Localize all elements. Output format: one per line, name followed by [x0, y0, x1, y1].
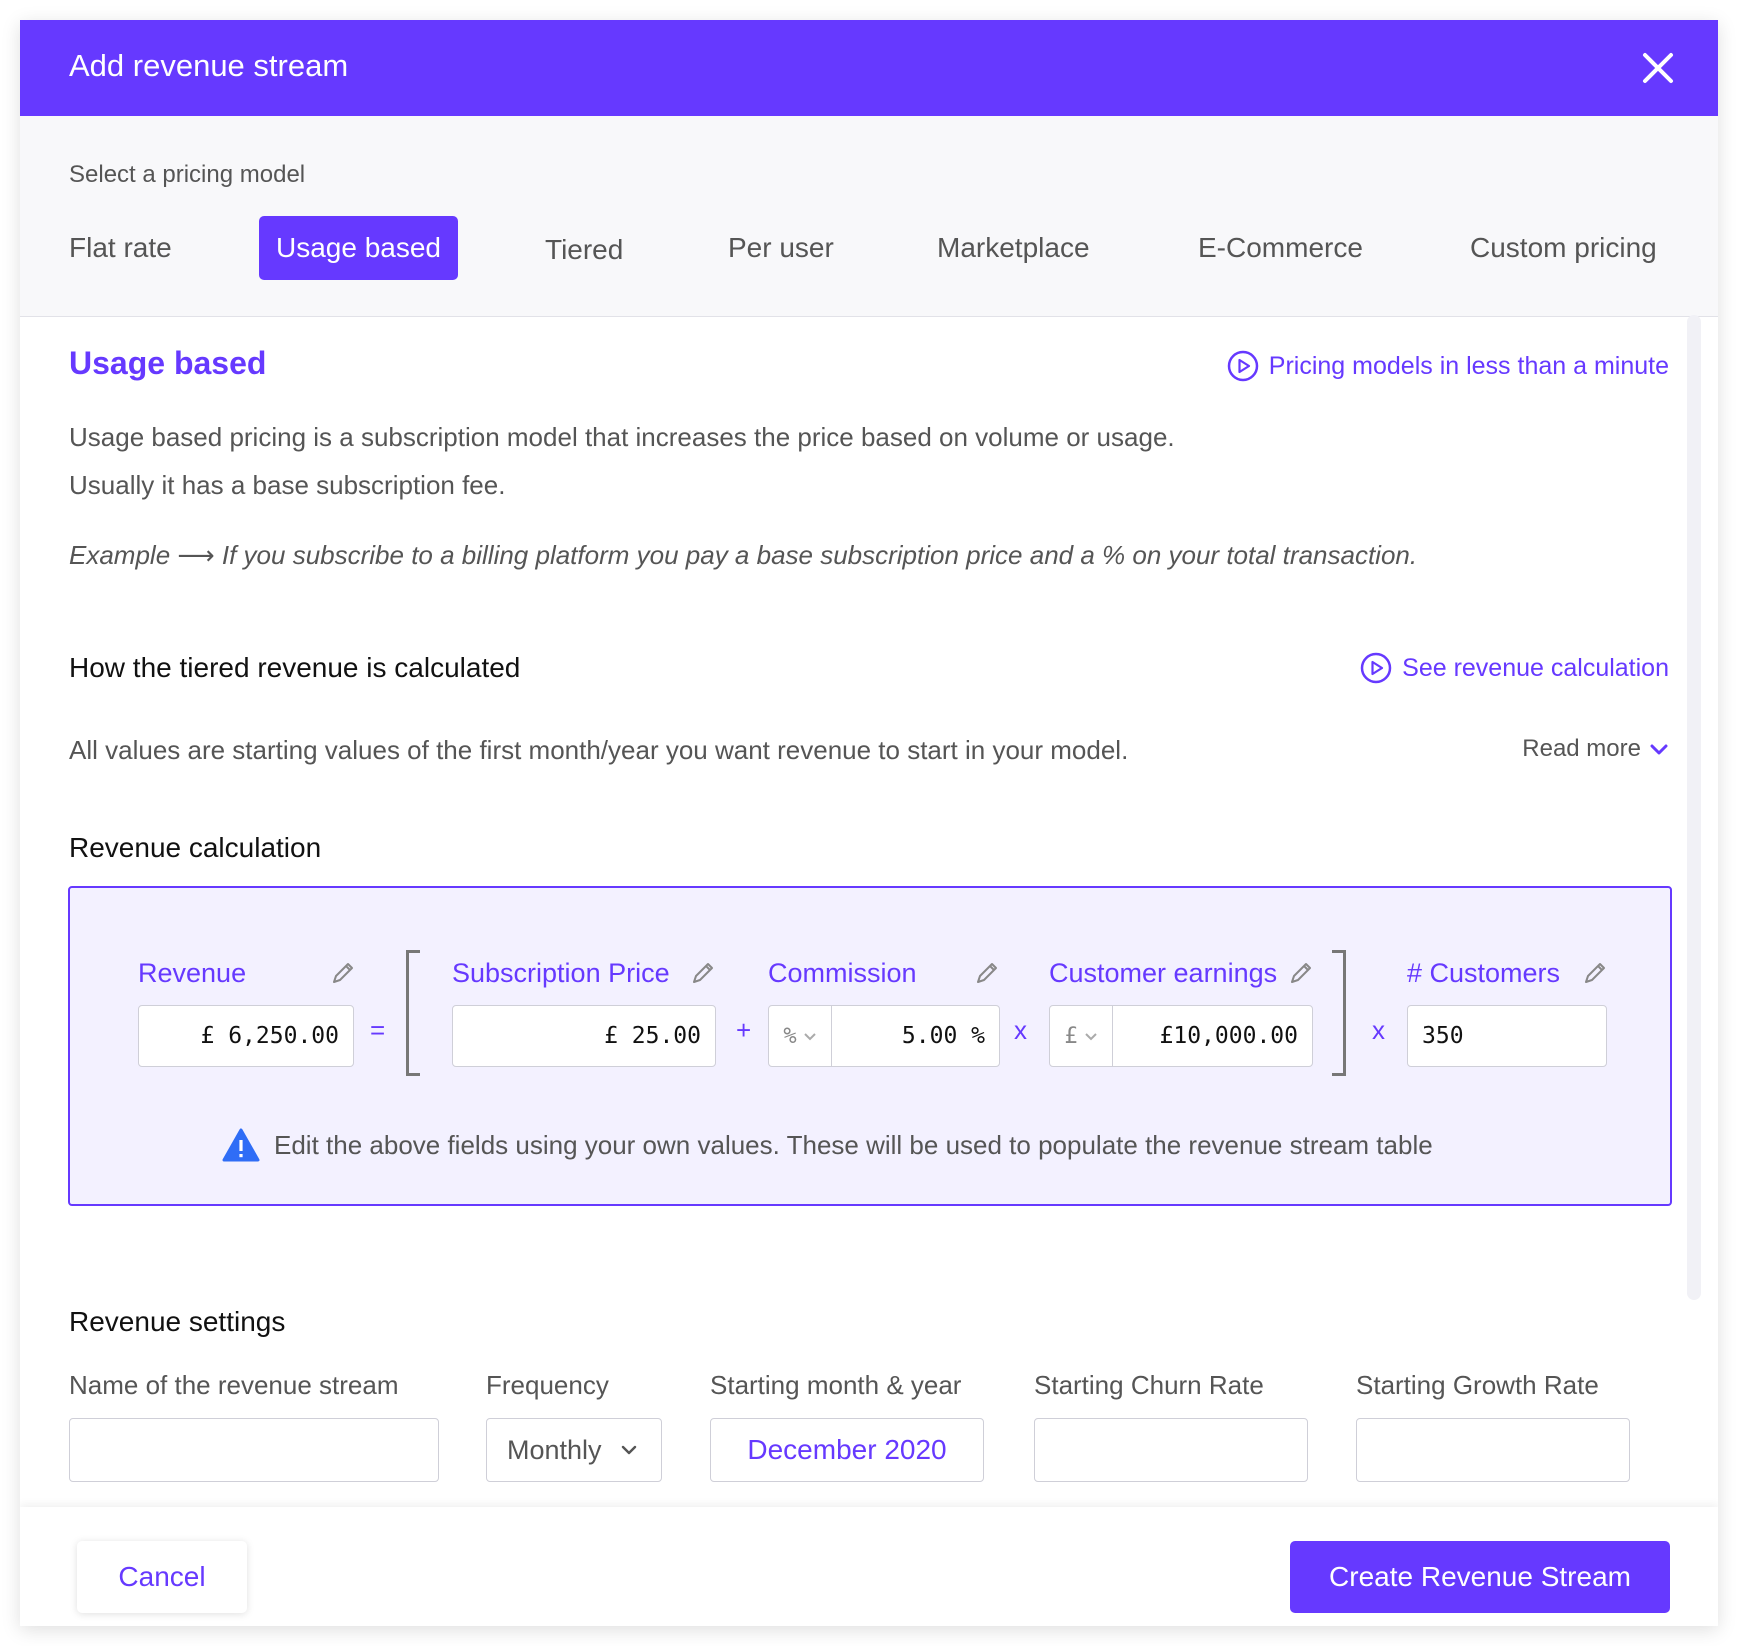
revenue-label: Revenue: [138, 958, 247, 988]
notice-text: Edit the above fields using your own val…: [274, 1129, 1433, 1160]
pencil-icon[interactable]: [974, 960, 1000, 986]
plus-sign: +: [736, 1015, 752, 1045]
close-icon[interactable]: [1640, 50, 1676, 86]
modal-footer: Cancel Create Revenue Stream: [20, 1507, 1718, 1626]
pencil-icon[interactable]: [1288, 960, 1314, 986]
customer-earnings-field[interactable]: £ £10,000.00: [1049, 1005, 1313, 1067]
edit-fields-notice: Edit the above fields using your own val…: [222, 1128, 1433, 1162]
frequency-label: Frequency: [486, 1370, 609, 1400]
pencil-icon[interactable]: [1582, 960, 1608, 986]
add-revenue-stream-modal: Add revenue stream Select a pricing mode…: [20, 20, 1718, 1626]
pricing-model-bar: Select a pricing model Flat rate Usage b…: [20, 116, 1718, 317]
revenue-field[interactable]: £ 6,250.00: [138, 1005, 354, 1067]
customers-label: # Customers: [1407, 958, 1561, 988]
pricing-model-caption: Select a pricing model: [69, 161, 306, 188]
chevron-down-icon: [1084, 1033, 1097, 1041]
tab-tiered[interactable]: Tiered: [545, 218, 623, 282]
starting-date-label: Starting month & year: [710, 1370, 962, 1400]
chevron-down-icon: [1650, 744, 1668, 755]
open-bracket: [406, 950, 420, 1076]
revenue-value: £ 6,250.00: [200, 1023, 339, 1049]
growth-rate-label: Starting Growth Rate: [1356, 1370, 1599, 1400]
close-bracket: [1332, 950, 1346, 1076]
pencil-icon[interactable]: [330, 960, 356, 986]
frequency-select[interactable]: Monthly: [486, 1418, 662, 1482]
see-revenue-calculation-link[interactable]: See revenue calculation: [1360, 652, 1669, 684]
subscription-price-value: £ 25.00: [604, 1023, 701, 1049]
commission-field[interactable]: % 5.00 %: [768, 1005, 1000, 1067]
read-more-toggle[interactable]: Read more: [1522, 735, 1669, 763]
tab-e-commerce[interactable]: E-Commerce: [1198, 216, 1363, 280]
tab-flat-rate[interactable]: Flat rate: [69, 216, 172, 280]
customers-field[interactable]: 350: [1407, 1005, 1607, 1067]
description-line-1: Usage based pricing is a subscription mo…: [69, 422, 1175, 452]
commission-unit: %: [783, 1023, 797, 1049]
churn-rate-input[interactable]: [1034, 1418, 1308, 1482]
pricing-models-video-link[interactable]: Pricing models in less than a minute: [1227, 350, 1669, 382]
revenue-settings-heading: Revenue settings: [69, 1306, 286, 1337]
section-title: Usage based: [69, 345, 267, 381]
stream-name-input[interactable]: [69, 1418, 439, 1482]
churn-rate-label: Starting Churn Rate: [1034, 1370, 1264, 1400]
subscription-price-label: Subscription Price: [452, 958, 670, 988]
stream-name-label: Name of the revenue stream: [69, 1370, 399, 1400]
customer-earnings-unit: £: [1064, 1023, 1078, 1049]
description-line-2: Usually it has a base subscription fee.: [69, 470, 506, 500]
revenue-calculation-heading: Revenue calculation: [69, 832, 322, 863]
tab-marketplace[interactable]: Marketplace: [937, 216, 1090, 280]
modal-title: Add revenue stream: [69, 48, 349, 83]
starting-date-value: December 2020: [747, 1434, 947, 1465]
chevron-down-icon: [803, 1033, 816, 1041]
example-text: Example ⟶ If you subscribe to a billing …: [69, 540, 1418, 570]
starting-date-picker[interactable]: December 2020: [710, 1418, 984, 1482]
tab-usage-based[interactable]: Usage based: [259, 216, 459, 280]
play-circle-icon: [1360, 652, 1392, 684]
subscription-price-field[interactable]: £ 25.00: [452, 1005, 716, 1067]
equals-sign: =: [370, 1015, 386, 1045]
create-revenue-stream-button[interactable]: Create Revenue Stream: [1290, 1541, 1670, 1613]
pencil-icon[interactable]: [690, 960, 716, 986]
see-revenue-calculation-label: See revenue calculation: [1402, 653, 1669, 682]
customer-earnings-unit-select[interactable]: £: [1050, 1006, 1113, 1066]
play-circle-icon: [1227, 350, 1259, 382]
growth-rate-input[interactable]: [1356, 1418, 1630, 1482]
chevron-down-icon: [621, 1445, 636, 1455]
commission-value: 5.00 %: [901, 1023, 985, 1049]
multiply-sign: x: [1014, 1015, 1027, 1045]
pricing-models-video-label: Pricing models in less than a minute: [1268, 351, 1669, 380]
revenue-calculation-box: Revenue £ 6,250.00 = Subscription Price …: [68, 886, 1672, 1206]
tab-per-user[interactable]: Per user: [728, 216, 834, 280]
multiply-sign: x: [1372, 1015, 1385, 1045]
modal-header: Add revenue stream: [20, 20, 1718, 116]
customers-value: 350: [1422, 1023, 1464, 1049]
cancel-button[interactable]: Cancel: [77, 1541, 247, 1613]
commission-label: Commission: [768, 958, 917, 988]
tab-custom-pricing[interactable]: Custom pricing: [1470, 216, 1657, 280]
scrollbar[interactable]: [1687, 315, 1701, 1300]
customer-earnings-value: £10,000.00: [1159, 1023, 1298, 1049]
customer-earnings-label: Customer earnings: [1049, 958, 1278, 988]
frequency-value: Monthly: [507, 1434, 602, 1465]
how-calculated-heading: How the tiered revenue is calculated: [69, 652, 521, 683]
warning-icon: [222, 1128, 260, 1162]
read-more-label: Read more: [1522, 735, 1641, 762]
how-calculated-text: All values are starting values of the fi…: [69, 735, 1129, 765]
commission-unit-select[interactable]: %: [769, 1006, 832, 1066]
